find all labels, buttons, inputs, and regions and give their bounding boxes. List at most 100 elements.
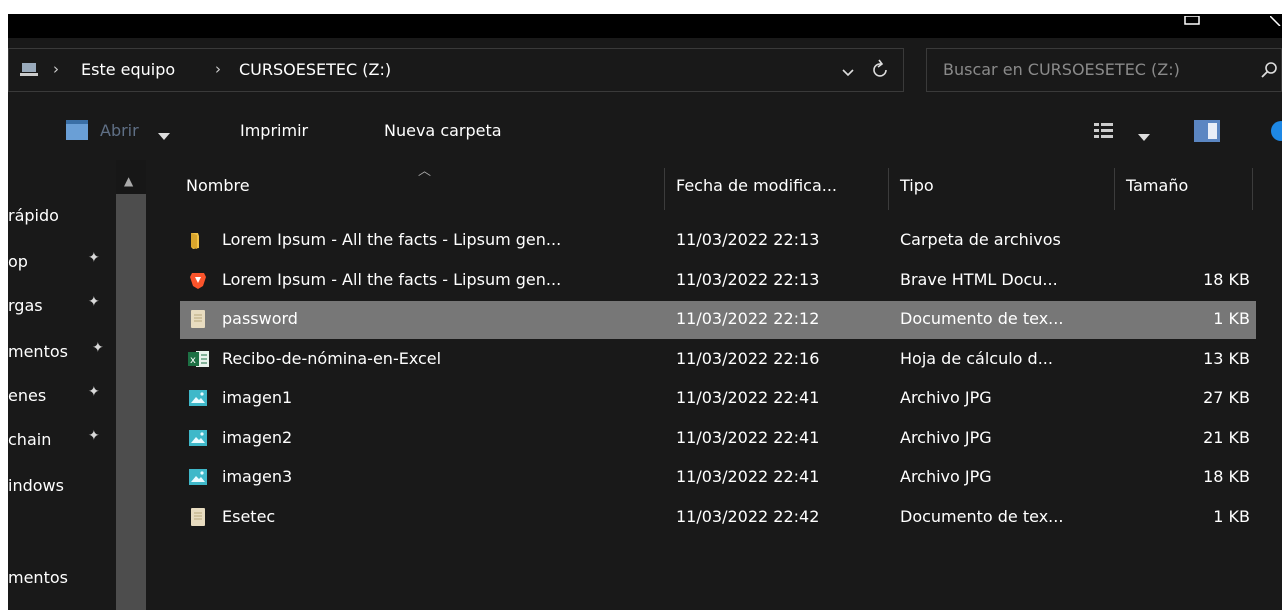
file-list: ︿ Nombre Fecha de modifica... Tipo Tamañ… — [146, 160, 1282, 610]
pin-icon: ✦ — [88, 250, 100, 266]
file-name: Recibo-de-nómina-en-Excel — [222, 348, 442, 368]
caret-down-icon[interactable] — [158, 126, 170, 145]
file-name: imagen3 — [222, 467, 293, 486]
sidebar-item-windows[interactable]: indows — [8, 476, 64, 495]
pin-icon: ✦ — [88, 384, 100, 400]
chevron-right-icon: › — [215, 60, 221, 78]
preview-pane-icon[interactable] — [1194, 120, 1220, 146]
file-date: 11/03/2022 22:41 — [676, 427, 820, 447]
file-date: 11/03/2022 22:13 — [676, 269, 820, 289]
file-name: Lorem Ipsum - All the facts - Lipsum gen… — [222, 269, 562, 289]
chevron-down-icon[interactable] — [841, 63, 855, 82]
table-row[interactable]: imagen2 11/03/2022 22:41 Archivo JPG 21 KB — [180, 420, 1256, 458]
screen-edge-left — [0, 0, 8, 610]
table-row[interactable]: imagen3 11/03/2022 22:41 Archivo JPG 18 KB — [180, 459, 1256, 497]
address-bar[interactable]: › Este equipo › CURSOESETEC (Z:) — [8, 48, 904, 92]
file-size: 1 KB — [1213, 506, 1250, 526]
file-name: Esetec — [222, 506, 276, 526]
scrollbar-thumb[interactable] — [116, 194, 146, 610]
pin-icon: ✦ — [88, 294, 100, 310]
view-options-icon[interactable] — [1094, 122, 1114, 144]
print-button[interactable]: Imprimir — [240, 121, 308, 140]
computer-icon — [19, 61, 39, 83]
column-headers: Nombre Fecha de modifica... Tipo Tamaño — [146, 160, 1282, 210]
chevron-right-icon: › — [53, 60, 59, 78]
brave-icon — [188, 270, 208, 290]
svg-text:x: x — [190, 355, 196, 366]
sidebar-scrollbar[interactable]: ▲ — [116, 160, 146, 610]
image-icon — [188, 388, 208, 408]
file-type: Hoja de cálculo d... — [900, 348, 1053, 368]
column-header-name[interactable]: Nombre — [186, 176, 250, 195]
refresh-icon[interactable] — [871, 59, 891, 85]
sidebar-item-documents[interactable]: mentos — [8, 342, 68, 361]
breadcrumb-this-pc[interactable]: Este equipo — [81, 60, 175, 79]
file-type: Carpeta de archivos — [900, 230, 1061, 249]
breadcrumb-drive[interactable]: CURSOESETEC (Z:) — [239, 60, 391, 79]
image-icon — [188, 428, 208, 448]
column-divider[interactable] — [888, 168, 889, 210]
search-icon[interactable] — [1261, 61, 1279, 83]
file-type: Documento de tex... — [900, 506, 1064, 526]
search-placeholder: Buscar en CURSOESETEC (Z:) — [943, 60, 1180, 79]
column-header-date[interactable]: Fecha de modifica... — [676, 176, 837, 195]
screen-edge-top — [0, 0, 1282, 14]
file-size: 18 KB — [1203, 269, 1250, 289]
column-divider[interactable] — [1114, 168, 1115, 210]
file-type: Documento de tex... — [900, 309, 1064, 328]
new-folder-button[interactable]: Nueva carpeta — [384, 121, 502, 140]
image-icon — [188, 467, 208, 487]
pin-icon: ✦ — [92, 340, 104, 356]
folder-icon — [188, 230, 208, 250]
sidebar-item-documents-2[interactable]: mentos — [8, 568, 68, 587]
table-row[interactable]: Esetec 11/03/2022 22:42 Documento de tex..… — [180, 499, 1256, 537]
file-type: Archivo JPG — [900, 427, 992, 447]
file-type: Archivo JPG — [900, 388, 992, 407]
command-bar: Abrir Imprimir Nueva carpeta — [8, 104, 1282, 160]
table-row[interactable]: password 11/03/2022 22:12 Documento de tex… — [180, 301, 1256, 339]
text-file-icon — [188, 507, 208, 527]
scroll-up-icon[interactable]: ▲ — [124, 174, 133, 188]
sidebar-item-quick-access[interactable]: rápido — [8, 206, 59, 225]
table-row[interactable]: Lorem Ipsum - All the facts - Lipsum gen… — [180, 262, 1256, 300]
file-name: password — [222, 309, 298, 328]
table-row[interactable]: imagen1 11/03/2022 22:41 Archivo JPG 27 KB — [180, 380, 1256, 418]
sidebar-item-downloads[interactable]: rgas — [8, 296, 43, 315]
file-date: 11/03/2022 22:42 — [676, 506, 820, 526]
maximize-icon[interactable] — [1184, 14, 1200, 32]
column-divider[interactable] — [1252, 168, 1253, 210]
table-row[interactable]: x Recibo-de-nómina-en-Excel 11/03/2022 22:… — [180, 341, 1256, 379]
column-divider[interactable] — [664, 168, 665, 210]
sidebar-item-images[interactable]: enes — [8, 386, 46, 405]
column-header-type[interactable]: Tipo — [900, 176, 934, 195]
pin-icon: ✦ — [88, 428, 100, 444]
help-icon[interactable] — [1270, 120, 1282, 146]
sidebar-item-chain[interactable]: chain — [8, 430, 51, 449]
file-name: imagen1 — [222, 388, 293, 407]
column-header-size[interactable]: Tamaño — [1126, 176, 1188, 195]
file-date: 11/03/2022 22:16 — [676, 348, 820, 368]
title-bar — [0, 14, 1282, 38]
file-size: 1 KB — [1213, 309, 1250, 328]
address-row: › Este equipo › CURSOESETEC (Z:) Buscar … — [8, 48, 1282, 94]
file-date: 11/03/2022 22:41 — [676, 388, 820, 407]
file-name: imagen2 — [222, 427, 293, 447]
open-button[interactable]: Abrir — [100, 121, 139, 140]
file-date: 11/03/2022 22:12 — [676, 309, 820, 328]
search-input[interactable]: Buscar en CURSOESETEC (Z:) — [926, 48, 1282, 92]
file-type: Brave HTML Docu... — [900, 269, 1058, 289]
view-caret-icon[interactable] — [1138, 127, 1150, 146]
file-size: 21 KB — [1203, 427, 1250, 447]
file-date: 11/03/2022 22:41 — [676, 467, 820, 486]
file-date: 11/03/2022 22:13 — [676, 230, 820, 249]
file-type: Archivo JPG — [900, 467, 992, 486]
text-file-icon — [188, 309, 208, 329]
close-icon[interactable] — [1269, 14, 1282, 32]
notepad-icon — [64, 118, 90, 146]
table-row[interactable]: Lorem Ipsum - All the facts - Lipsum gen… — [180, 222, 1256, 260]
excel-icon: x — [188, 349, 209, 369]
file-size: 27 KB — [1203, 388, 1250, 407]
file-size: 18 KB — [1203, 467, 1250, 486]
file-name: Lorem Ipsum - All the facts - Lipsum gen… — [222, 230, 562, 249]
sidebar-item-desktop[interactable]: op — [8, 252, 28, 271]
